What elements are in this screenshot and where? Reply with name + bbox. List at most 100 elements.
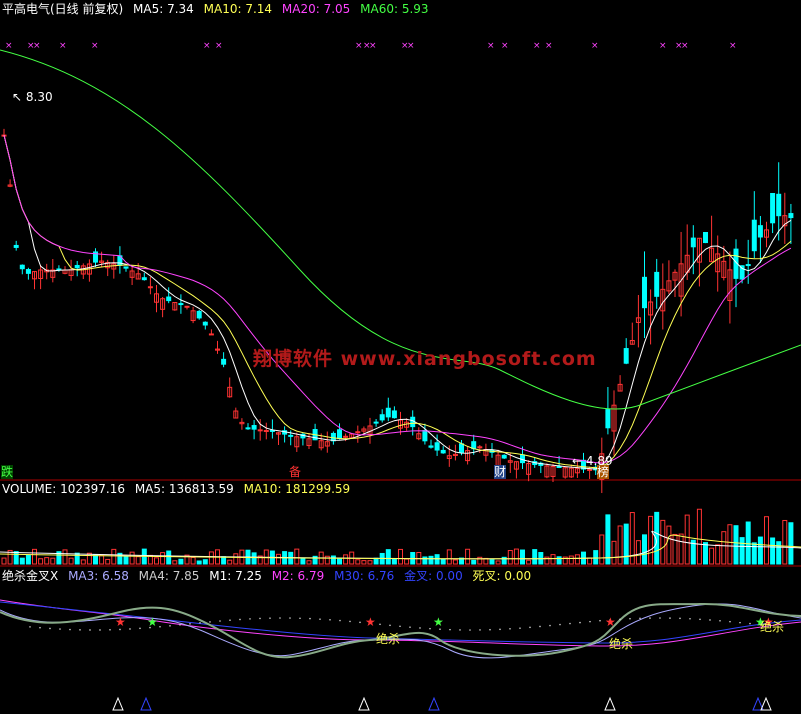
ind-m1-dot (79, 629, 81, 631)
ind-m1-dot (419, 627, 421, 629)
volume-bar (751, 542, 757, 565)
ind-m1-dot (479, 629, 481, 631)
event-tag-finance[interactable]: 财 (494, 465, 507, 479)
volume-bar (208, 551, 214, 565)
volume-bar (135, 556, 141, 565)
cross-star-marker: ★ (365, 615, 376, 629)
ind-m1-dot (219, 620, 221, 622)
candle-body (245, 427, 251, 430)
volume-bar (520, 549, 525, 565)
ind-m1-dot (729, 620, 731, 623)
volume-bar (544, 556, 550, 565)
volume-bar (526, 559, 532, 565)
signal-x-marker: × (355, 41, 363, 51)
signal-x-marker: × (487, 41, 495, 51)
volume-bar (465, 548, 471, 565)
volume-bar (361, 560, 367, 565)
volume-ma10-value: MA10: 181299.59 (243, 482, 351, 496)
ind-m1-dot (139, 627, 141, 630)
ind-m1-dot (339, 619, 341, 622)
candle-body (422, 430, 428, 442)
candle-body (178, 303, 184, 306)
ind-m1-dot (429, 627, 431, 630)
ind-m1-dot (519, 627, 521, 629)
signal-label-3: 绝杀 (760, 620, 785, 634)
ind-m1-dot (229, 619, 231, 621)
signal-x-marker: × (681, 41, 689, 51)
volume-bar (489, 559, 495, 565)
ind-m1-dot (719, 619, 721, 622)
stock-title: 平高电气(日线 前复权) (2, 2, 124, 16)
volume-bar (1, 557, 7, 565)
signal-triangle (358, 696, 370, 711)
volume-bar (99, 555, 105, 565)
volume-bar (611, 540, 617, 565)
volume-bar (782, 519, 788, 565)
ind-m1-dot (509, 627, 511, 630)
volume-bar (44, 557, 50, 565)
ind-m1-value: M1: 7.25 (209, 569, 262, 583)
ind-m1-dot (299, 617, 301, 620)
ma5-value: MA5: 7.34 (133, 2, 194, 16)
candle-body (556, 465, 562, 468)
volume-bar (666, 525, 672, 565)
ind-m1-dot (239, 618, 241, 621)
volume-bar (233, 553, 239, 565)
volume-ma5-value: MA5: 136813.59 (134, 482, 234, 496)
ind-m1-dot (649, 617, 651, 619)
volume-bar (574, 554, 580, 565)
volume-bar (556, 556, 562, 565)
ind-m1-dot (319, 618, 321, 620)
volume-bar (32, 548, 37, 565)
ind-m1-dot (569, 622, 571, 625)
signal-label-2: 绝杀 (609, 637, 634, 651)
ind-m1-dot (669, 617, 671, 619)
event-tag-drop[interactable]: 跌 (1, 465, 14, 479)
candle-body (642, 276, 647, 309)
candle-body (343, 435, 349, 438)
candle-body (605, 409, 611, 429)
candle-body (257, 429, 263, 432)
volume-bar (13, 551, 19, 565)
volume-bar (19, 557, 25, 565)
ind-m1-dot (39, 626, 41, 629)
volume-bar (196, 560, 202, 565)
signal-triangle (428, 696, 440, 711)
candle-body (501, 454, 507, 459)
volume-bar (733, 525, 739, 565)
candle-body (391, 410, 397, 419)
candle-body (25, 269, 31, 274)
volume-bar (727, 524, 733, 565)
volume-bar (605, 514, 611, 565)
ind-m1-dot (209, 621, 211, 623)
cross-star-marker: ★ (115, 615, 126, 629)
volume-bar (93, 554, 98, 565)
candle-body (477, 446, 483, 449)
signal-triangle (112, 696, 124, 711)
ind-m1-dot (59, 628, 61, 630)
candle-body (74, 264, 80, 269)
ind-m30-value: M30: 6.76 (334, 569, 395, 583)
ind-m2-value: M2: 6.79 (271, 569, 325, 583)
volume-bar (532, 549, 538, 565)
candle-body (355, 431, 361, 434)
volume-bar (337, 558, 342, 565)
signal-x-marker: × (729, 41, 737, 51)
event-tag-reserve[interactable]: 备 (289, 465, 301, 479)
volume-bar (739, 537, 745, 565)
candle-body (788, 213, 794, 219)
volume-bar (428, 555, 434, 565)
signal-x-marker: × (591, 41, 599, 51)
event-tag-ranking[interactable]: 榜 (597, 465, 610, 479)
volume-bar (745, 521, 751, 565)
candle-body (263, 430, 269, 433)
ind-m1-dot (679, 617, 681, 620)
signal-x-marker: × (5, 41, 13, 51)
volume-bar (129, 551, 135, 565)
candle-body (166, 296, 172, 302)
candle-body (269, 429, 275, 432)
volume-bar (709, 547, 715, 565)
volume-bar (172, 560, 178, 565)
ind-m1-dot (179, 624, 181, 626)
signal-x-marker: × (33, 41, 41, 51)
